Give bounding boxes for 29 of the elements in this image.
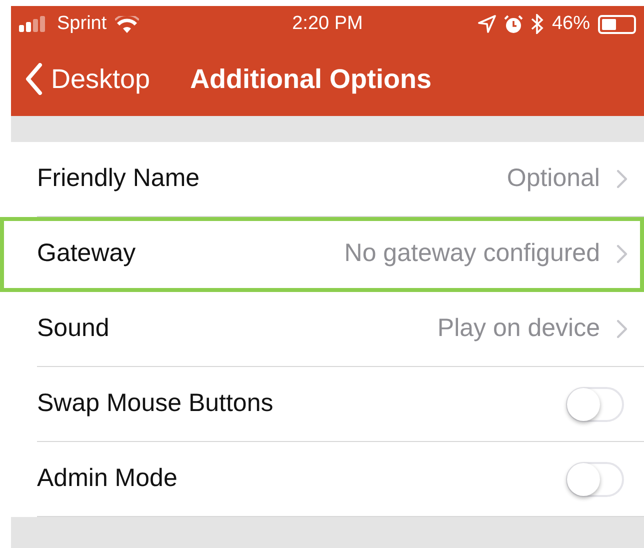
carrier-name: Sprint [57,12,107,36]
battery-icon [598,14,636,34]
alarm-clock-icon [504,14,523,34]
battery-percent: 46% [552,12,590,36]
row-value: No gateway configured [344,238,600,270]
row-label: Sound [37,313,110,344]
row-label: Friendly Name [37,163,200,194]
chevron-right-icon [616,244,628,264]
settings-row[interactable]: Admin Mode [11,442,644,517]
chevron-right-icon [616,169,628,189]
row-label: Swap Mouse Buttons [37,388,274,420]
toggle-switch[interactable] [566,462,624,496]
wifi-icon [114,16,139,32]
toggle-switch[interactable] [566,386,624,422]
chevron-left-icon [25,63,43,95]
page-title: Additional Options [190,62,432,96]
row-label: Gateway [37,238,136,270]
back-button[interactable]: Desktop [25,58,150,100]
settings-row[interactable]: Friendly Name Optional [11,142,644,217]
location-arrow-icon [478,15,496,33]
chevron-right-icon [616,319,628,339]
row-value: Play on device [437,313,600,344]
row-label: Admin Mode [37,463,178,494]
settings-row[interactable]: Sound Play on device [11,292,644,367]
clock-time: 2:20 PM [292,13,363,34]
row-value: Optional [506,163,600,194]
settings-row[interactable]: Swap Mouse Buttons [11,367,644,442]
highlighted-settings-row[interactable]: Gateway No gateway configured [0,217,644,292]
bluetooth-icon [530,14,544,34]
